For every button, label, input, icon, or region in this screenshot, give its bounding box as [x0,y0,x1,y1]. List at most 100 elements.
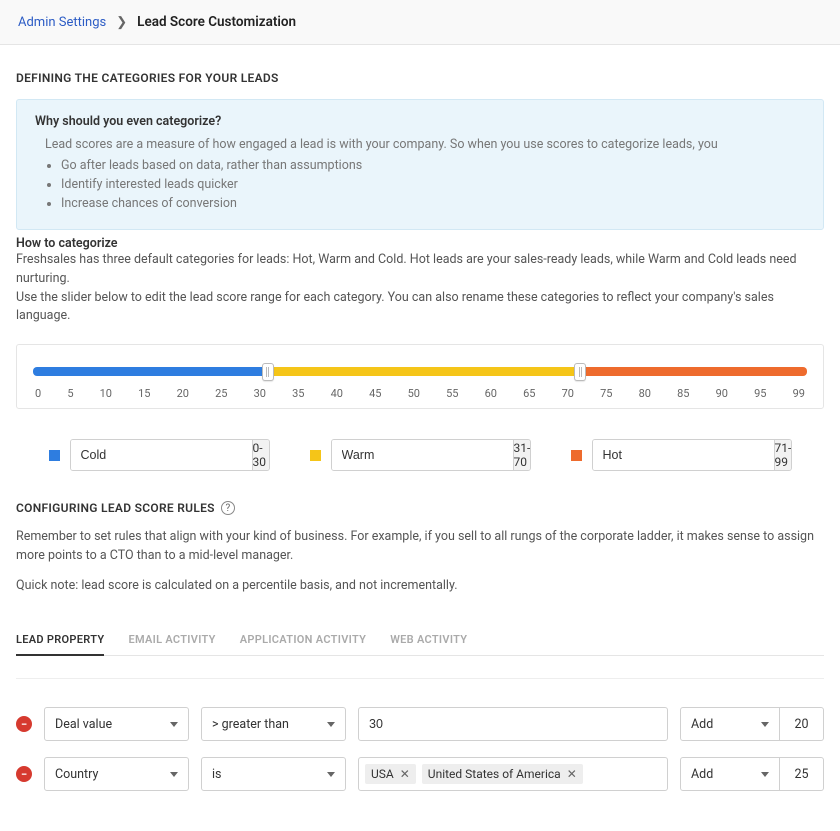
rule-action-group: Add 25 [680,757,824,791]
slider-tick: 80 [639,387,651,400]
info-title: Why should you even categorize? [35,114,805,129]
rule-action-select[interactable]: Add [680,707,780,741]
how-to-categorize-body: Freshsales has three default categories … [16,251,824,326]
rules-paragraph-2: Quick note: lead score is calculated on … [16,576,824,595]
chip-label: USA [371,767,394,781]
slider-segment-warm [268,367,581,376]
chip: United States of America ✕ [422,764,583,784]
rules-paragraph-1: Remember to set rules that align with yo… [16,527,824,566]
chevron-down-icon [761,722,769,727]
rule-value-input[interactable] [358,707,668,741]
rule-points-value: 25 [794,767,808,782]
slider-tick: 20 [177,387,189,400]
slider-tick: 55 [446,387,458,400]
slider-tick: 60 [485,387,497,400]
info-bullets: Go after leads based on data, rather tha… [35,158,805,211]
category-name-input[interactable] [332,440,513,470]
rule-property-select[interactable]: Deal value [44,707,189,741]
slider-tick: 0 [35,387,41,400]
rule-points[interactable]: 20 [780,707,824,741]
slider-tick: 15 [138,387,150,400]
rule-value-chipfield[interactable]: USA ✕ United States of America ✕ [358,757,668,791]
rule-action-select-label: Add [691,717,713,732]
tab[interactable]: WEB ACTIVITY [390,625,467,655]
category-range: 0-30 [252,440,269,470]
breadcrumb-current: Lead Score Customization [137,14,296,30]
rule-points-value: 20 [794,717,808,732]
category-range: 71-99 [774,440,792,470]
section-title-categories: DEFINING THE CATEGORIES FOR YOUR LEADS [16,71,824,85]
help-icon[interactable]: ? [221,501,235,515]
chip: USA ✕ [365,764,416,784]
slider-tick: 99 [793,387,805,400]
slider-tick: 40 [331,387,343,400]
slider-tick: 65 [523,387,535,400]
category-labels-row: 0-30 31-70 71-99 [16,439,824,471]
category-item: 0-30 [49,439,270,471]
rule-operator-select-label: is [212,767,222,782]
chip-label: United States of America [428,767,561,781]
tab[interactable]: APPLICATION ACTIVITY [240,625,366,655]
breadcrumb: Admin Settings ❯ Lead Score Customizatio… [0,0,840,45]
rule-property-select-label: Deal value [55,717,112,732]
rule-operator-select-label: > greater than [212,717,289,732]
slider-tick: 35 [292,387,304,400]
why-categorize-info: Why should you even categorize? Lead sco… [16,99,824,230]
info-bullet: Identify interested leads quicker [61,177,805,192]
category-box: 31-70 [331,439,531,471]
category-name-input[interactable] [71,440,252,470]
rule-action-select[interactable]: Add [680,757,780,791]
tab[interactable]: EMAIL ACTIVITY [128,625,215,655]
slider-tick: 10 [100,387,112,400]
rule-row: − Deal value > greater than Add 20 [16,707,824,741]
rule-operator-select[interactable]: > greater than [201,707,346,741]
rule-points[interactable]: 25 [780,757,824,791]
minus-icon: − [21,768,27,781]
rule-row: − Country is USA ✕ United States of America ✕ A… [16,757,824,791]
slider-handle-2[interactable] [574,363,586,381]
info-bullet: Go after leads based on data, rather tha… [61,158,805,173]
chevron-down-icon [327,722,335,727]
chevron-down-icon [327,772,335,777]
chevron-down-icon [170,722,178,727]
close-icon[interactable]: ✕ [567,767,577,781]
slider-tick: 50 [408,387,420,400]
rule-property-select[interactable]: Country [44,757,189,791]
rule-property-select-label: Country [55,767,98,782]
category-box: 0-30 [70,439,270,471]
slider-ticks: 0510152025303540455055606570758085909599 [33,387,807,400]
minus-icon: − [21,718,27,731]
info-bullet: Increase chances of conversion [61,196,805,211]
chevron-right-icon: ❯ [116,15,127,30]
category-item: 31-70 [310,439,531,471]
slider-segment-cold [33,367,268,376]
category-swatch [49,450,60,461]
score-range-slider-panel: 0510152025303540455055606570758085909599 [16,344,824,409]
how-to-categorize-title: How to categorize [16,236,824,251]
slider-tick: 70 [562,387,574,400]
rule-action-select-label: Add [691,767,713,782]
rule-action-group: Add 20 [680,707,824,741]
category-range: 31-70 [513,440,531,470]
close-icon[interactable]: ✕ [400,767,410,781]
slider-tick: 85 [677,387,689,400]
category-box: 71-99 [592,439,792,471]
score-range-slider[interactable] [33,367,807,377]
slider-tick: 30 [254,387,266,400]
remove-rule-button[interactable]: − [16,716,32,732]
slider-tick: 75 [600,387,612,400]
rule-operator-select[interactable]: is [201,757,346,791]
chevron-down-icon [761,772,769,777]
slider-tick: 90 [716,387,728,400]
slider-segment-hot [580,367,807,376]
slider-tick: 5 [67,387,73,400]
rule-rows: − Deal value > greater than Add 20 − Country is… [16,707,824,791]
category-name-input[interactable] [593,440,774,470]
breadcrumb-root[interactable]: Admin Settings [18,15,106,30]
slider-tick: 45 [369,387,381,400]
remove-rule-button[interactable]: − [16,766,32,782]
tab[interactable]: LEAD PROPERTY [16,625,104,656]
chevron-down-icon [170,772,178,777]
section-title-rules: CONFIGURING LEAD SCORE RULES [16,501,215,515]
slider-handle-1[interactable] [262,363,274,381]
